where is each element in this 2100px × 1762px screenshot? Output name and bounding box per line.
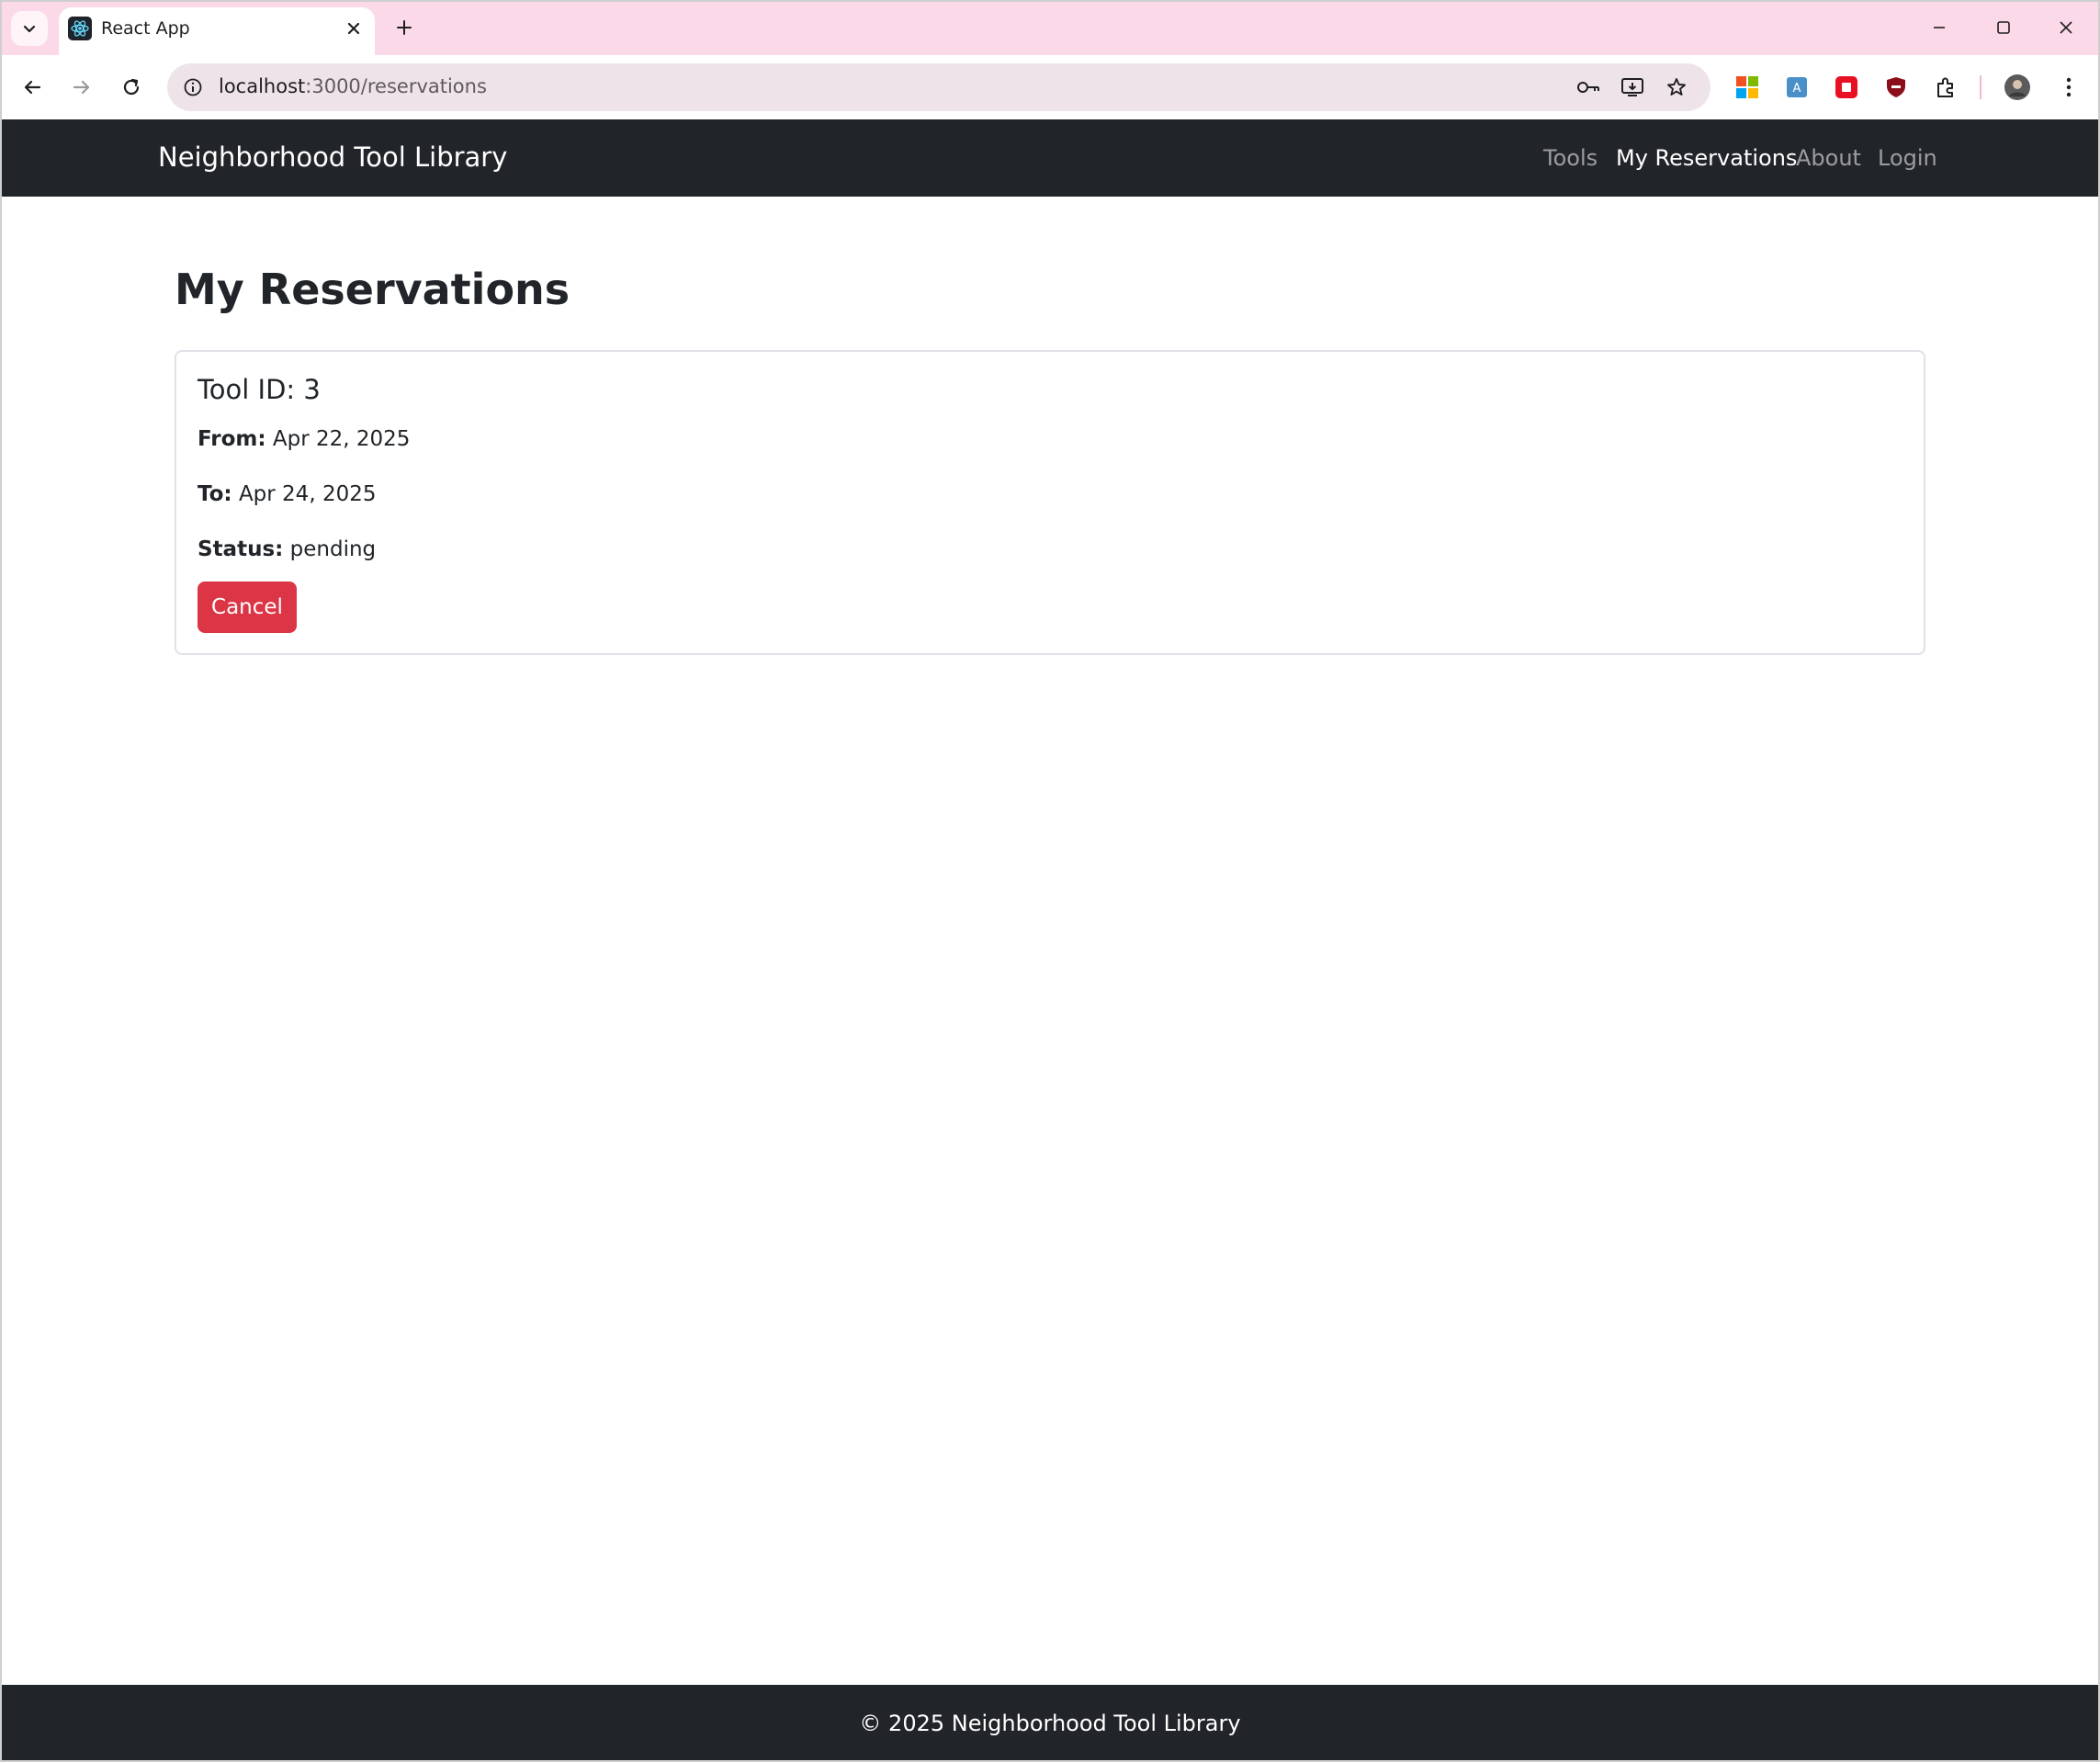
shield-extension-icon[interactable] (1881, 73, 1911, 102)
reservation-from: From: Apr 22, 2025 (198, 427, 410, 451)
kebab-menu-icon[interactable] (2054, 73, 2083, 102)
nav-link-about[interactable]: About (1796, 145, 1861, 171)
footer-text: © 2025 Neighborhood Tool Library (859, 1711, 1241, 1736)
forward-icon[interactable] (62, 68, 101, 107)
toolbar-separator (1980, 75, 1981, 99)
to-value: Apr 24, 2025 (238, 482, 377, 506)
app-navbar: Neighborhood Tool Library Tools My Reser… (0, 119, 2100, 197)
back-icon[interactable] (13, 68, 51, 107)
url-host: localhost (219, 75, 306, 97)
page-title: My Reservations (175, 265, 570, 314)
status-label: Status: (198, 537, 284, 561)
navbar-brand[interactable]: Neighborhood Tool Library (158, 141, 507, 173)
plus-icon[interactable] (390, 13, 419, 42)
url-path: :3000/reservations (305, 75, 487, 97)
to-label: To: (198, 482, 232, 506)
svg-text:A: A (1793, 82, 1801, 96)
react-favicon-icon (68, 17, 92, 40)
reservation-to: To: Apr 24, 2025 (198, 482, 376, 506)
profile-avatar-icon[interactable] (2003, 73, 2032, 102)
from-value: Apr 22, 2025 (272, 427, 411, 451)
bookmark-star-icon[interactable] (1661, 72, 1692, 103)
cancel-reservation-button[interactable]: Cancel (198, 582, 297, 633)
maximize-icon[interactable] (1982, 9, 2025, 46)
page-footer: © 2025 Neighborhood Tool Library (0, 1685, 2100, 1762)
close-icon[interactable] (340, 15, 367, 42)
window-close-icon[interactable] (2045, 9, 2087, 46)
from-label: From: (198, 427, 266, 451)
stop-extension-icon[interactable] (1832, 73, 1861, 102)
password-key-icon[interactable] (1573, 72, 1604, 103)
reservation-tool-title: Tool ID: 3 (198, 374, 321, 405)
status-value: pending (289, 537, 377, 561)
browser-titlebar: React App (0, 0, 2100, 55)
site-info-icon[interactable] (176, 71, 209, 104)
reservation-card: Tool ID: 3 From: Apr 22, 2025 To: Apr 24… (175, 350, 1925, 655)
tab-search-button[interactable] (11, 11, 48, 46)
reservation-status: Status: pending (198, 537, 376, 561)
microsoft-extension-icon[interactable] (1733, 73, 1762, 102)
reload-icon[interactable] (112, 68, 151, 107)
tab-title: React App (101, 18, 190, 39)
browser-tab[interactable]: React App (59, 7, 375, 55)
nav-link-my-reservations[interactable]: My Reservations (1616, 145, 1797, 171)
nav-link-tools[interactable]: Tools (1543, 145, 1598, 171)
chevron-down-icon (23, 25, 36, 33)
extension-icon[interactable] (1931, 73, 1960, 102)
browser-toolbar: localhost:3000/reservations A (0, 55, 2100, 119)
nav-link-login[interactable]: Login (1878, 145, 1937, 171)
minimize-icon[interactable] (1918, 9, 1960, 46)
url-text[interactable]: localhost:3000/reservations (219, 75, 487, 97)
address-bar[interactable]: localhost:3000/reservations (167, 63, 1710, 111)
translate-extension-icon[interactable]: A (1782, 73, 1812, 102)
install-app-icon[interactable] (1617, 72, 1648, 103)
